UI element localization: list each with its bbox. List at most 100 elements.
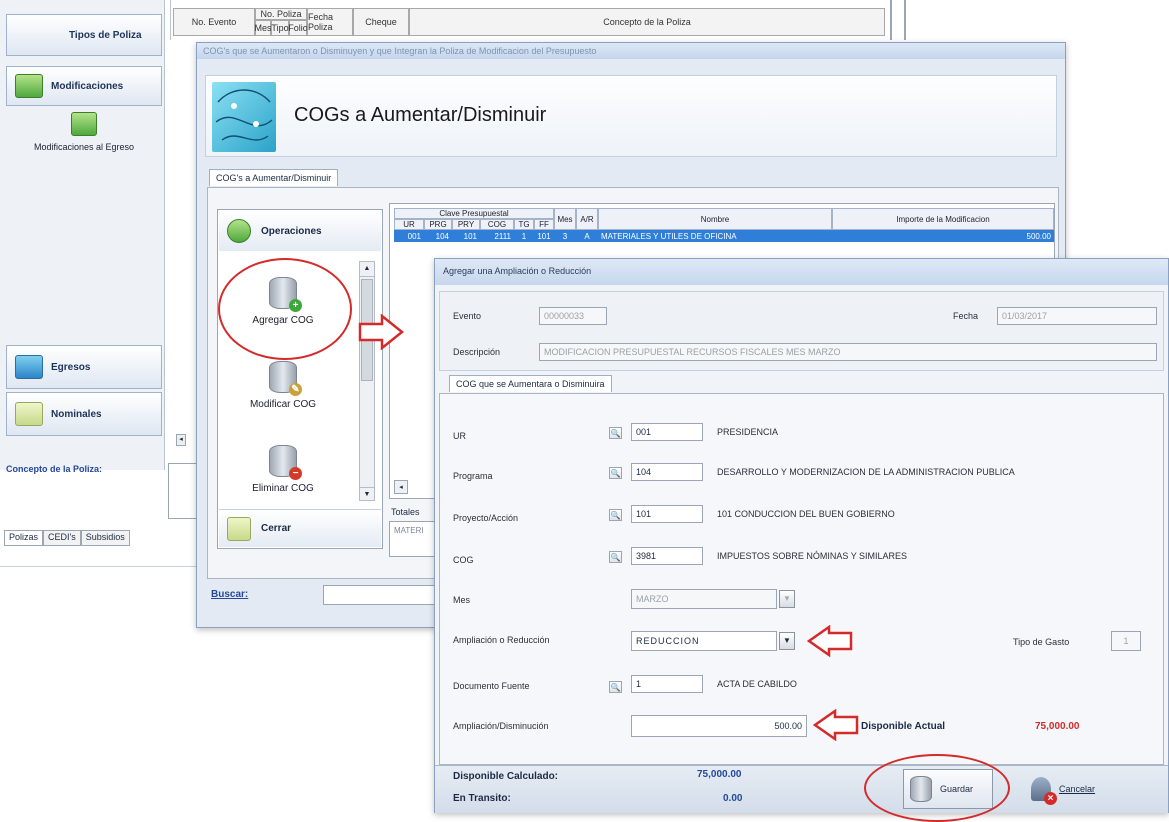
cogs-window-title: COG's que se Aumentaron o Disminuyen y q… [197, 43, 1065, 59]
grid-col-nombre[interactable]: Nombre [598, 208, 832, 230]
operaciones-scrollbar[interactable]: ▲ [359, 261, 375, 501]
tipo-gasto-field[interactable]: 1 [1111, 631, 1141, 651]
ampliacion-dropdown-icon[interactable]: ▼ [779, 632, 795, 650]
modificar-cog-button[interactable]: ✎ Modificar COG [225, 361, 341, 410]
database-edit-icon: ✎ [269, 361, 302, 396]
cancel-user-icon: × [1031, 777, 1057, 805]
ur-field[interactable]: 001 [631, 423, 703, 441]
disponible-actual-label: Disponible Actual [861, 721, 946, 732]
grid-col-ff[interactable]: FF [534, 219, 554, 230]
nav-nominales[interactable]: Nominales [6, 392, 162, 436]
concepto-textarea[interactable] [168, 463, 198, 519]
grid-clave-group: Clave Presupuestal [394, 208, 554, 219]
grid-col-tg[interactable]: TG [514, 219, 534, 230]
grid-row-selected[interactable]: 001 104 101 2111 1 101 3 A MATERIALES Y … [394, 230, 1054, 242]
tab-polizas[interactable]: Polizas [4, 530, 44, 546]
pointer-arrow-icon-ampdis [813, 709, 859, 741]
cancelar-label: Cancelar [1059, 784, 1096, 794]
nav-modificaciones-label: Modificaciones [51, 80, 124, 92]
en-transito-value: 0.00 [723, 793, 743, 804]
col-tipo[interactable]: Tipo [271, 20, 289, 36]
left-scroll-arrow[interactable]: ◂ [176, 434, 186, 446]
col-no-poliza-group[interactable]: No. Poliza [255, 8, 307, 20]
pointer-arrow-icon-amp [807, 625, 853, 657]
cerrar-button[interactable]: Cerrar [219, 509, 381, 547]
cog-label: COG [453, 555, 474, 565]
nav-modificaciones-egreso[interactable]: Modificaciones al Egreso [6, 112, 162, 172]
grid-hscroll-left[interactable]: ◂ [394, 480, 408, 494]
cog-field[interactable]: 3981 [631, 547, 703, 565]
amp-dis-field[interactable]: 500.00 [631, 715, 807, 737]
nav-tipos-poliza[interactable]: Tipos de Poliza [6, 14, 162, 56]
ur-label: UR [453, 431, 466, 441]
operaciones-header: Operaciones [219, 211, 381, 251]
row-nombre: MATERIALES Y UTILES DE OFICINA [601, 231, 737, 241]
ur-desc: PRESIDENCIA [717, 427, 779, 437]
programa-lookup-icon[interactable]: 🔍 [609, 467, 622, 479]
grid-col-pry[interactable]: PRY [452, 219, 480, 230]
nav-egresos[interactable]: Egresos [6, 345, 162, 389]
dialog-title: Agregar una Ampliación o Reducción [443, 266, 592, 276]
col-mes[interactable]: Mes [255, 20, 272, 36]
col-concepto-poliza[interactable]: Concepto de la Poliza [409, 8, 885, 36]
operaciones-label: Operaciones [261, 225, 322, 237]
operaciones-icon [227, 219, 251, 243]
row-tg: 1 [521, 231, 527, 241]
fecha-field[interactable]: 01/03/2017 [997, 307, 1157, 325]
en-transito-label: En Transito: [453, 793, 511, 804]
descripcion-field[interactable]: MODIFICACION PRESUPUESTAL RECURSOS FISCA… [539, 343, 1157, 361]
nav-modificaciones[interactable]: Modificaciones [6, 66, 162, 106]
col-cheque[interactable]: Cheque [353, 8, 409, 36]
eliminar-cog-label: Eliminar COG [252, 483, 314, 494]
row-pry: 101 [463, 231, 477, 241]
cogs-header-panel: COGs a Aumentar/Disminuir [205, 75, 1057, 157]
proyecto-desc: 101 CONDUCCION DEL BUEN GOBIERNO [717, 509, 895, 519]
grid-col-mes[interactable]: Mes [554, 208, 576, 230]
amp-dis-label: Ampliación/Disminución [453, 721, 549, 731]
row-cog: 2111 [494, 231, 511, 241]
col-no-evento[interactable]: No. Evento [173, 8, 255, 36]
disponible-calculado-value: 75,000.00 [697, 769, 742, 780]
totales-materiales: MATERI [394, 526, 424, 535]
buscar-input[interactable] [323, 585, 443, 605]
buscar-label: Buscar: [211, 589, 249, 600]
nav-egresos-label: Egresos [51, 361, 91, 373]
grid-col-cog[interactable]: COG [480, 219, 514, 230]
col-folio[interactable]: Folio [288, 20, 308, 36]
scroll-up-arrow[interactable]: ▲ [360, 262, 374, 277]
documento-lookup-icon[interactable]: 🔍 [609, 681, 622, 693]
row-importe: 500.00 [1026, 231, 1051, 241]
documento-field[interactable]: 1 [631, 675, 703, 693]
col-fecha-poliza[interactable]: Fecha Poliza [307, 8, 353, 36]
eliminar-cog-button[interactable]: − Eliminar COG [225, 445, 341, 494]
tab-cedis[interactable]: CEDI's [43, 530, 81, 546]
scroll-down-arrow[interactable]: ▼ [359, 487, 375, 501]
grid-col-ur[interactable]: UR [394, 219, 424, 230]
concepto-label: Concepto de la Poliza: [6, 464, 103, 474]
tab-subsidios[interactable]: Subsidios [80, 530, 130, 546]
nav-modificaciones-egreso-label: Modificaciones al Egreso [33, 142, 135, 152]
tab-cogs-aumentar[interactable]: COG's a Aumentar/Disminuir [209, 169, 339, 186]
row-ur: 001 [407, 231, 421, 241]
ur-lookup-icon[interactable]: 🔍 [609, 427, 622, 439]
grid-col-ar[interactable]: A/R [576, 208, 598, 230]
evento-field[interactable]: 00000033 [539, 307, 607, 325]
mes-dropdown-icon[interactable]: ▼ [779, 590, 795, 608]
programa-desc: DESARROLLO Y MODERNIZACION DE LA ADMINIS… [717, 467, 1015, 477]
cog-lookup-icon[interactable]: 🔍 [609, 551, 622, 563]
cancelar-button[interactable]: × Cancelar [1025, 769, 1115, 809]
grid-col-prg[interactable]: PRG [424, 219, 452, 230]
network-logo-svg [215, 89, 273, 141]
tab-cog-aumentara[interactable]: COG que se Aumentara o Disminuira [449, 375, 612, 392]
proyecto-lookup-icon[interactable]: 🔍 [609, 509, 622, 521]
grid-col-importe[interactable]: Importe de la Modificacion [832, 208, 1054, 230]
proyecto-field[interactable]: 101 [631, 505, 703, 523]
bg-table: No. Evento No. Poliza Mes Tipo Folio Fec… [170, 0, 890, 40]
cerrar-icon [227, 516, 251, 541]
cerrar-label: Cerrar [261, 523, 292, 534]
mes-select[interactable]: MARZO [631, 589, 777, 609]
ampliacion-reduccion-select[interactable]: REDUCCION [631, 631, 777, 651]
proyecto-label: Proyecto/Acción [453, 513, 519, 523]
ampliacion-reduccion-label: Ampliación o Reducción [453, 635, 550, 645]
programa-field[interactable]: 104 [631, 463, 703, 481]
